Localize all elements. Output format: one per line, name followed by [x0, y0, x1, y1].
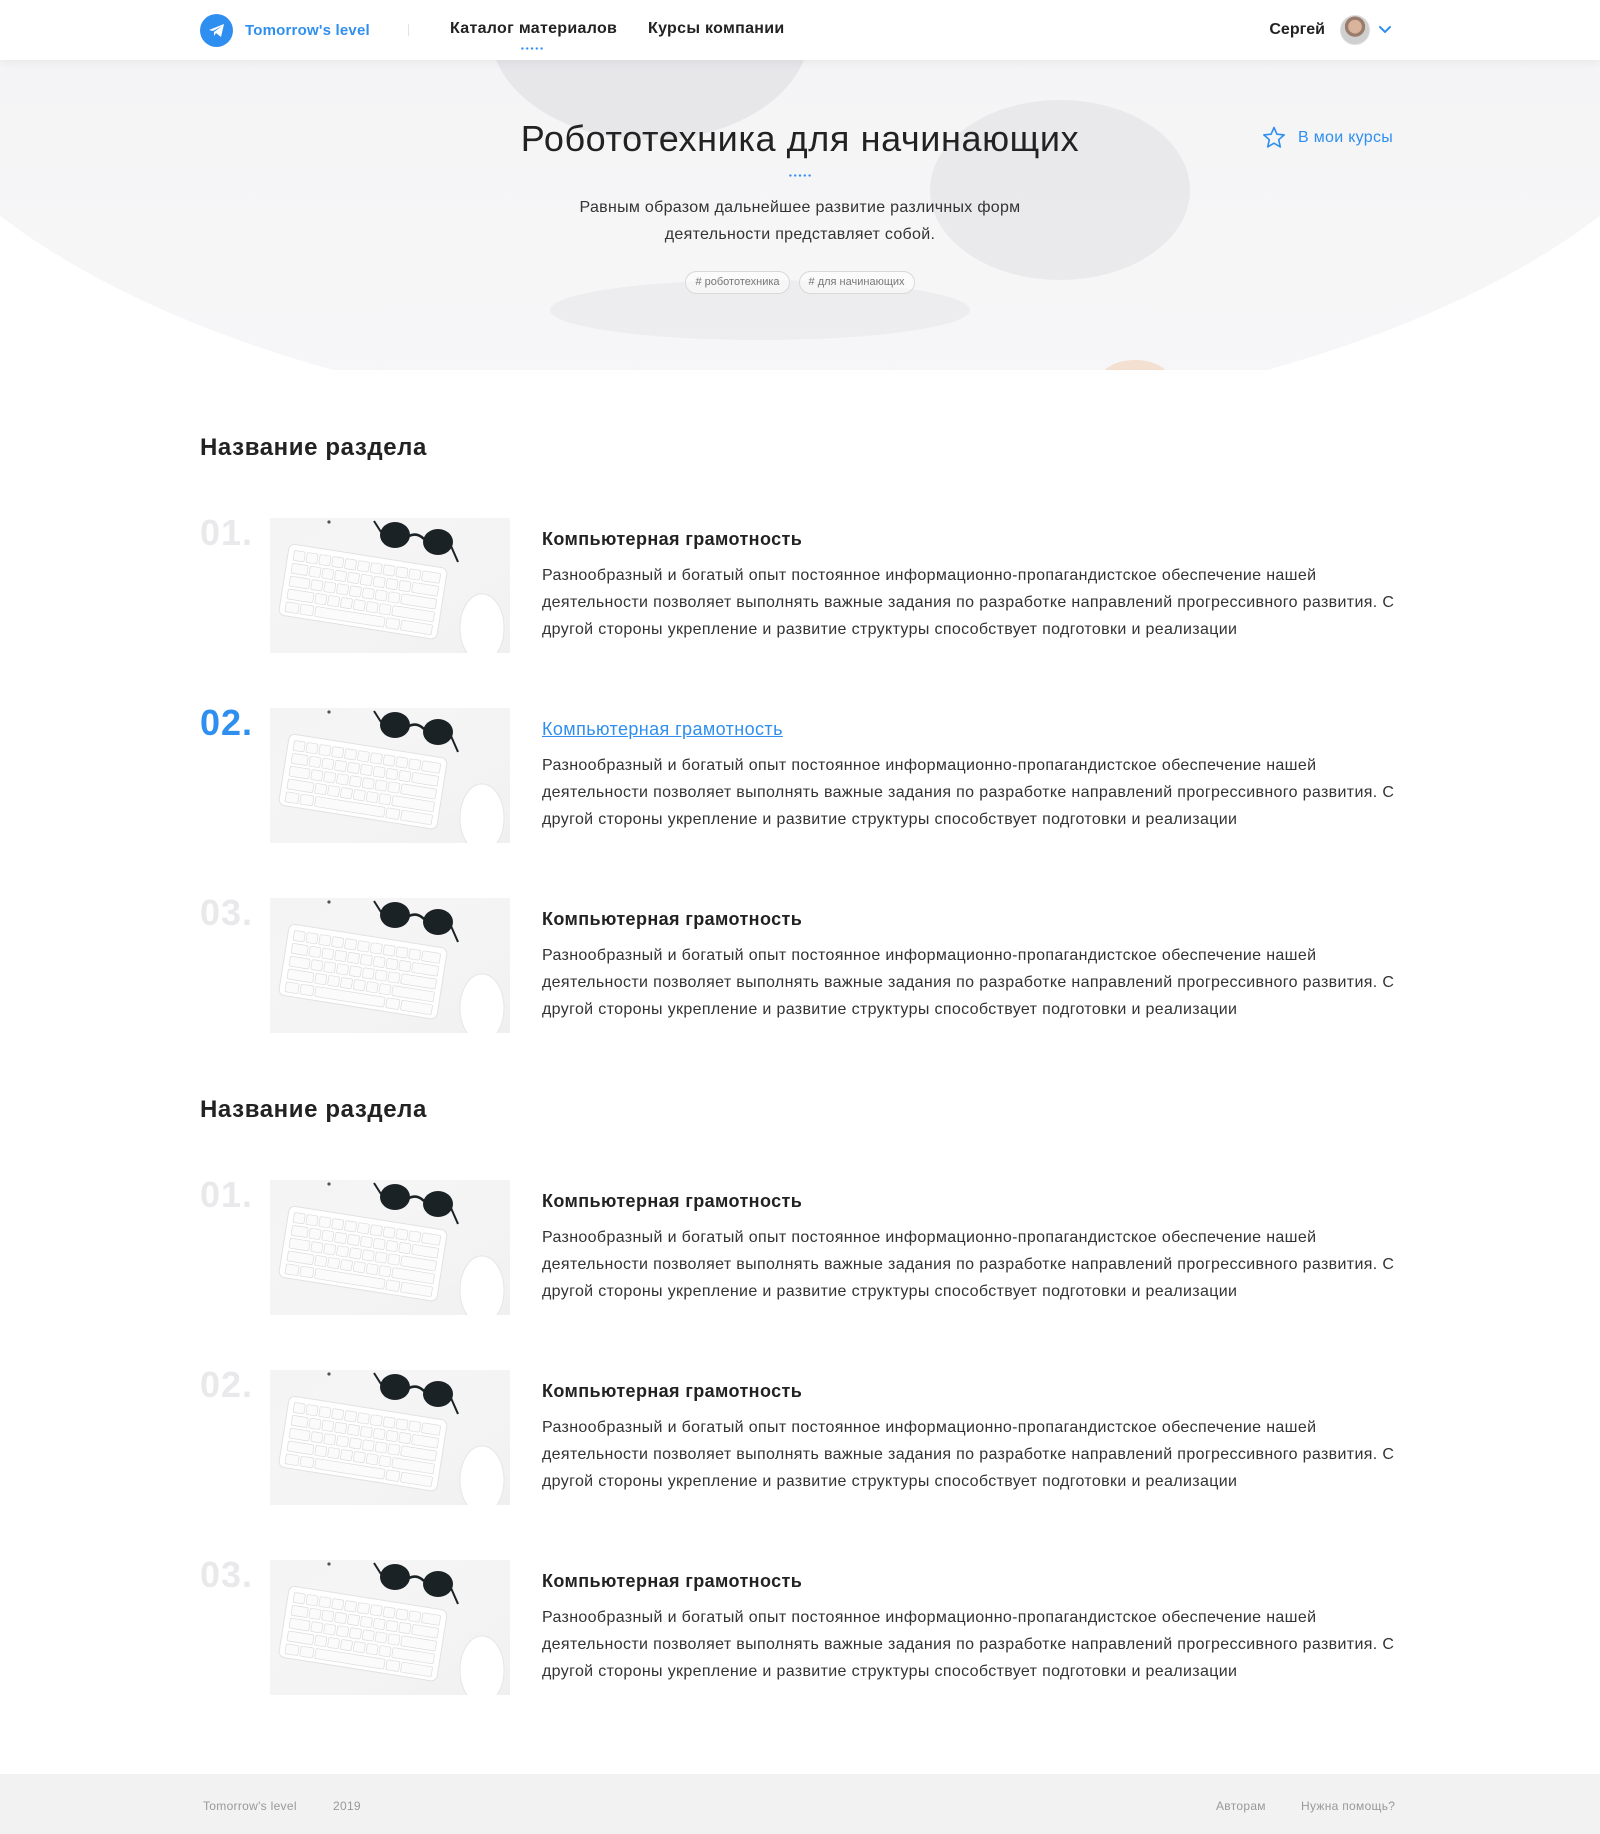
lesson-description: Разнообразный и богатый опыт постоянное …	[542, 757, 1395, 828]
nav-divider	[408, 24, 409, 36]
lesson-thumbnail[interactable]	[270, 1180, 510, 1315]
add-to-my-courses-label: В мои курсы	[1298, 128, 1394, 146]
lesson-number: 02.	[200, 1364, 254, 1405]
lesson-title[interactable]: Компьютерная грамотность	[542, 1191, 802, 1212]
nav-catalog[interactable]: Каталог материалов	[450, 20, 617, 38]
lesson-item[interactable]: 03. Компьютерная грамотность Разнообразн…	[200, 892, 1400, 1038]
lesson-number: 03.	[200, 1554, 254, 1595]
chevron-down-icon[interactable]	[1377, 22, 1393, 38]
lesson-title[interactable]: Компьютерная грамотность	[542, 529, 802, 550]
section-title: Название раздела	[200, 1096, 427, 1123]
lesson-item[interactable]: 01. Компьютерная грамотность Разнообразн…	[200, 512, 1400, 658]
footer-year: 2019	[333, 1799, 361, 1813]
avatar[interactable]	[1340, 15, 1370, 45]
section-title: Название раздела	[200, 434, 427, 461]
footer-help-link[interactable]: Нужна помощь?	[1301, 1799, 1395, 1813]
lesson-item[interactable]: 03. Компьютерная грамотность Разнообразн…	[200, 1554, 1400, 1700]
lesson-description: Разнообразный и богатый опыт постоянное …	[542, 1229, 1395, 1300]
lesson-title-link[interactable]: Компьютерная грамотность	[542, 719, 783, 740]
tag-list: # робототехника # для начинающих	[0, 271, 1600, 294]
lesson-description: Разнообразный и богатый опыт постоянное …	[542, 1419, 1395, 1490]
telegram-plane-icon	[200, 14, 233, 47]
lesson-title[interactable]: Компьютерная грамотность	[542, 1381, 802, 1402]
logo[interactable]: Tomorrow's level	[200, 14, 370, 47]
lesson-thumbnail[interactable]	[270, 708, 510, 843]
lesson-thumbnail[interactable]	[270, 898, 510, 1033]
lesson-item[interactable]: 02. Компьютерная грамотность Разнообразн…	[200, 702, 1400, 848]
lesson-description: Разнообразный и богатый опыт постоянное …	[542, 567, 1395, 638]
footer: Tomorrow's level 2019 Авторам Нужна помо…	[0, 1774, 1600, 1834]
lesson-description: Разнообразный и богатый опыт постоянное …	[542, 1609, 1395, 1680]
nav-active-indicator	[520, 47, 544, 50]
lesson-title[interactable]: Компьютерная грамотность	[542, 1571, 802, 1592]
lesson-item[interactable]: 02. Компьютерная грамотность Разнообразн…	[200, 1364, 1400, 1510]
star-icon	[1263, 126, 1285, 148]
tag-beginners[interactable]: # для начинающих	[798, 271, 915, 294]
add-to-my-courses-button[interactable]: В мои курсы	[1262, 126, 1393, 149]
lesson-number: 01.	[200, 1174, 254, 1215]
lesson-number: 01.	[200, 512, 254, 553]
lesson-item[interactable]: 01. Компьютерная грамотность Разнообразн…	[200, 1174, 1400, 1320]
lesson-title[interactable]: Компьютерная грамотность	[542, 909, 802, 930]
lesson-thumbnail[interactable]	[270, 518, 510, 653]
title-underline-dots	[788, 174, 812, 177]
logo-text: Tomorrow's level	[245, 22, 370, 39]
tag-robotics[interactable]: # робототехника	[685, 271, 790, 294]
footer-authors-link[interactable]: Авторам	[1216, 1799, 1266, 1813]
nav-company-courses[interactable]: Курсы компании	[648, 20, 785, 38]
lesson-description: Разнообразный и богатый опыт постоянное …	[542, 947, 1395, 1018]
lesson-number: 03.	[200, 892, 254, 933]
user-name[interactable]: Сергей	[1269, 21, 1325, 39]
lesson-thumbnail[interactable]	[270, 1560, 510, 1695]
lesson-number: 02.	[200, 702, 254, 743]
course-hero: Робототехника для начинающих Равным обра…	[0, 60, 1600, 370]
top-header: Tomorrow's level Каталог материалов Курс…	[0, 0, 1600, 60]
lesson-thumbnail[interactable]	[270, 1370, 510, 1505]
course-description: Равным образом дальнейшее развитие разли…	[579, 199, 1021, 243]
footer-brand: Tomorrow's level	[203, 1799, 297, 1813]
